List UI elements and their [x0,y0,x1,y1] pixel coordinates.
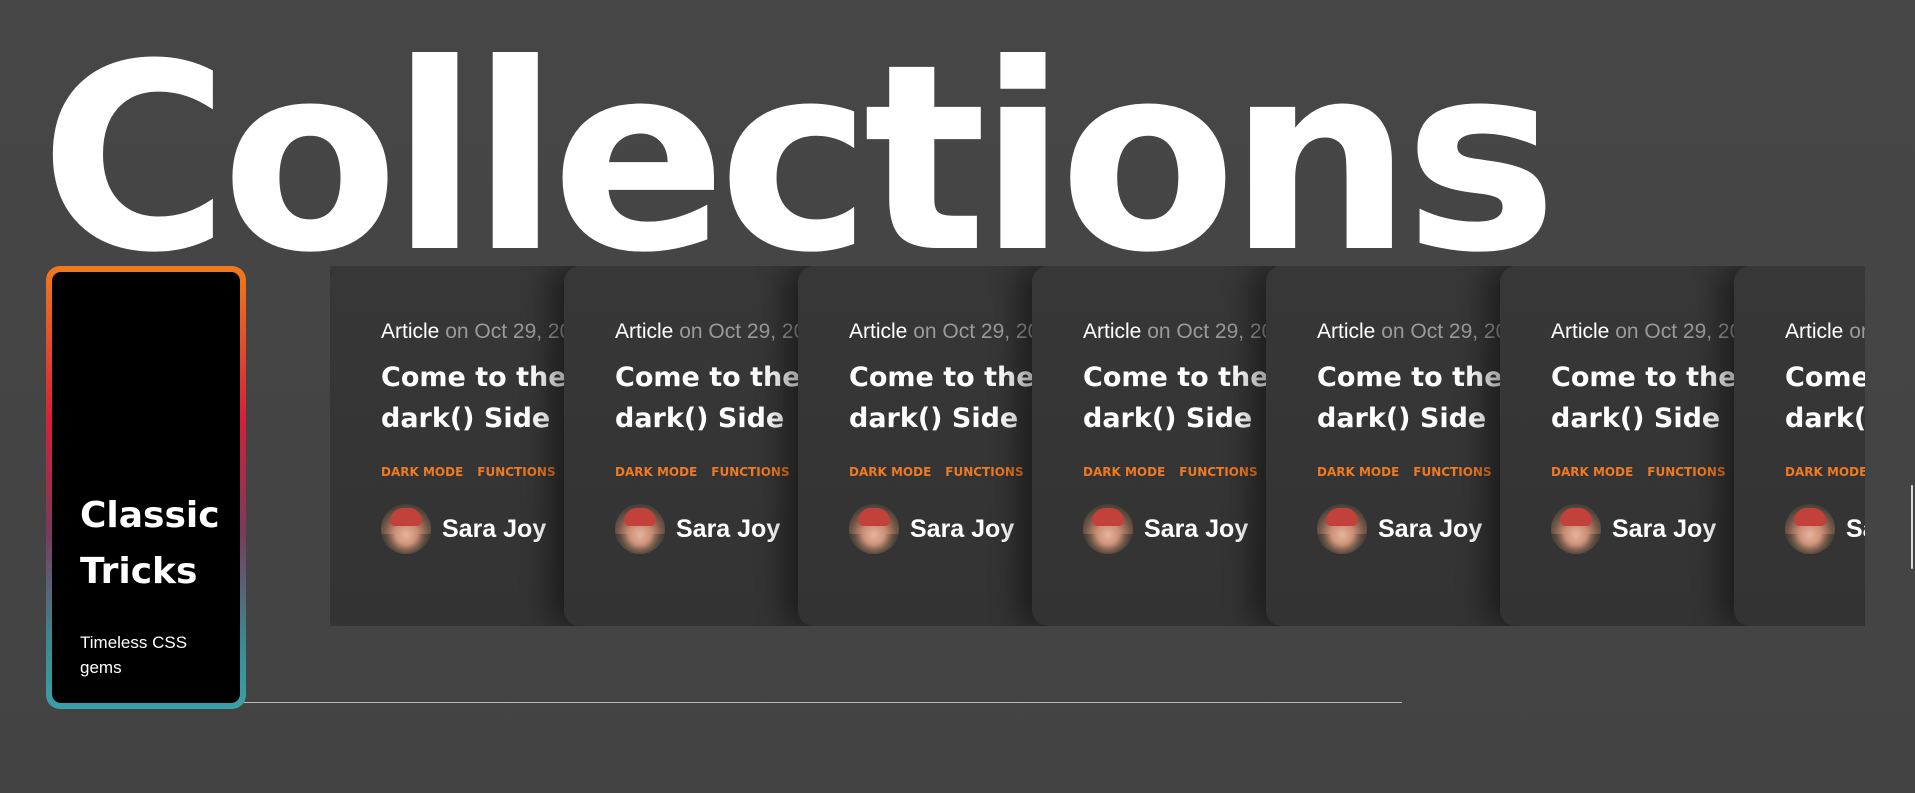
author-name: Sara Joy [1612,514,1717,543]
article-title-line: dark() Side [1785,403,1865,434]
article-type: Article [381,320,440,343]
author-name: Sara Joy [442,514,547,543]
article-title[interactable]: Come to the light-dark() Side [1785,357,1865,439]
article-type: Article [1785,320,1844,343]
collection-description: Timeless CSS gems [80,633,188,677]
article-tags: Dark ModeFunctionsUI/UX [1785,465,1865,479]
author-avatar [1083,504,1133,554]
tag-link[interactable]: Functions [945,465,1023,479]
author-name: Sara Joy [910,514,1015,543]
tag-link[interactable]: Dark Mode [1785,465,1865,479]
article-carousel[interactable]: Article on Oct 29, 2024 Come to the light… [330,266,1865,626]
page-title: Collections [40,9,1558,309]
tag-link[interactable]: Dark Mode [1551,465,1633,479]
tag-link[interactable]: Dark Mode [1083,465,1165,479]
scrollbar-thumb[interactable] [1911,485,1913,569]
article-type: Article [1083,320,1142,343]
article-type: Article [849,320,908,343]
collection-card[interactable]: Classic Tricks Timeless CSS gems [46,266,246,709]
divider [240,702,1402,703]
article-meta: Article on Oct 29, 2024 [1785,320,1865,344]
article-card-content: Article on Oct 29, 2024 Come to the light… [1785,320,1865,554]
author-avatar [1551,504,1601,554]
article-card[interactable]: Article on Oct 29, 2024 Come to the light… [1734,266,1865,626]
tag-link[interactable]: Functions [1413,465,1491,479]
author-avatar [381,504,431,554]
author-name: Sara Joy [1846,514,1865,543]
article-type: Article [615,320,674,343]
collection-card-inner: Classic Tricks Timeless CSS gems [52,272,240,703]
tag-link[interactable]: Functions [477,465,555,479]
tag-link[interactable]: Dark Mode [849,465,931,479]
author-avatar [849,504,899,554]
collection-title: Classic Tricks [80,495,220,592]
tag-link[interactable]: Dark Mode [615,465,697,479]
article-type: Article [1551,320,1610,343]
tag-link[interactable]: Functions [1647,465,1725,479]
author-avatar [1317,504,1367,554]
author-name: Sara Joy [1144,514,1249,543]
author-name: Sara Joy [676,514,781,543]
article-type: Article [1317,320,1376,343]
author-name: Sara Joy [1378,514,1483,543]
author-avatar [615,504,665,554]
article-author[interactable]: Sara Joy [1785,504,1865,554]
author-avatar [1785,504,1835,554]
tag-link[interactable]: Dark Mode [1317,465,1399,479]
tag-link[interactable]: Functions [711,465,789,479]
tag-link[interactable]: Dark Mode [381,465,463,479]
page: Collections Classic Tricks Timeless CSS … [0,0,1915,793]
article-title-line: Come to the light- [1785,362,1865,393]
article-date: on Oct 29, 2024 [1849,320,1865,343]
tag-link[interactable]: Functions [1179,465,1257,479]
